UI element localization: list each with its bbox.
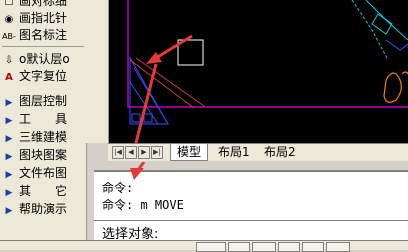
sidebar-item-north-arrow[interactable]: ◉ 画指北针	[2, 10, 67, 27]
sidebar-item-title-annotation[interactable]: AB- 图名标注	[2, 27, 67, 44]
prev-tab-button[interactable]: ◀	[125, 146, 137, 159]
expand-triangle-icon: ▶	[5, 98, 13, 108]
status-toggle[interactable]	[228, 242, 250, 252]
expand-triangle-icon: ▶	[5, 116, 13, 126]
small-rect	[143, 113, 153, 123]
sidebar-item-default-layer[interactable]: ⇩ o默认层o	[2, 51, 70, 68]
sidebar-item-draw-label[interactable]: ☐ 画对标细	[2, 0, 68, 10]
expand-triangle-icon: ▶	[5, 170, 13, 180]
last-tab-button[interactable]: ▶|	[151, 146, 163, 159]
drawing-canvas[interactable]	[86, 0, 408, 143]
title-annotation-icon: AB-	[2, 32, 16, 41]
status-toggle[interactable]	[196, 242, 226, 252]
sidebar-item-tools[interactable]: ▶ 工 具	[2, 111, 67, 128]
tab-model[interactable]: 模型	[170, 144, 209, 161]
blue-line	[385, 39, 408, 51]
cyan-block	[371, 13, 393, 35]
layout-frame	[127, 0, 408, 108]
vertical-ruler	[86, 0, 109, 143]
expand-triangle-icon: ▶	[5, 188, 13, 198]
first-tab-button[interactable]: |◀	[112, 146, 124, 159]
tab-layout2[interactable]: 布局2	[258, 144, 302, 160]
north-arrow-icon: ◉	[4, 14, 14, 25]
expand-triangle-icon: ▶	[5, 152, 13, 162]
red-line	[129, 59, 195, 109]
status-toggle[interactable]	[278, 242, 300, 252]
sidebar-item-other[interactable]: ▶ 其 它	[2, 183, 67, 200]
drawing-svg	[127, 0, 408, 143]
sidebar-item-3d-modeling[interactable]: ▶ 三维建模	[2, 129, 67, 146]
expand-triangle-icon: ▶	[5, 206, 13, 216]
command-history-line: 命令: m MOVE	[102, 198, 184, 212]
sidebar-item-file-layout[interactable]: ▶ 文件布图	[2, 165, 67, 182]
next-tab-button[interactable]: ▶	[138, 146, 150, 159]
cyan-dashed-line	[351, 0, 389, 61]
sidebar-divider	[2, 46, 84, 47]
tool-sidebar: ☐ 画对标细 ◉ 画指北针 AB- 图名标注 ⇩ o默认层o A 文字复位 ▶ 图层控制 ▶…	[0, 0, 87, 249]
sidebar-item-help-demo[interactable]: ▶ 帮助演示	[2, 201, 67, 218]
text-reset-icon: A	[5, 72, 13, 83]
command-history: 命令: 命令: m MOVE	[94, 162, 408, 222]
sidebar-item-layer-control[interactable]: ▶ 图层控制	[2, 93, 67, 110]
command-history-line: 命令:	[102, 181, 134, 195]
sidebar-item-blocks-patterns[interactable]: ▶ 图块图案	[2, 147, 67, 164]
status-toggle[interactable]	[252, 242, 276, 252]
tab-layout1[interactable]: 布局1	[212, 144, 256, 160]
red-arrow-line	[155, 34, 193, 60]
orange-figure	[383, 72, 402, 103]
layout-tab-bar: |◀ ◀ ▶ ▶| 模型 布局1 布局2	[108, 143, 408, 161]
status-toggle[interactable]	[302, 242, 324, 252]
orange-figure	[401, 71, 408, 75]
expand-triangle-icon: ▶	[5, 134, 13, 144]
command-prompt[interactable]: 选择对象:	[94, 220, 408, 242]
red-arrowhead	[146, 52, 162, 64]
layer-arrow-icon: ⇩	[4, 55, 14, 66]
status-toggle[interactable]	[326, 242, 350, 252]
small-rect	[131, 113, 141, 123]
sidebar-item-text-reset[interactable]: A 文字复位	[2, 68, 67, 85]
